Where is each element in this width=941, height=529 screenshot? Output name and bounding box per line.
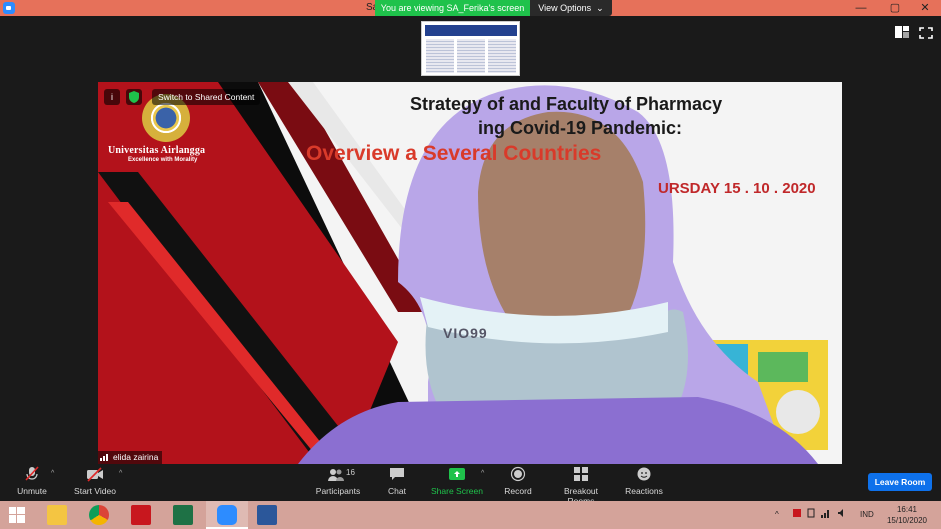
excel-icon: [173, 505, 193, 525]
record-button[interactable]: Record: [500, 466, 536, 496]
breakout-rooms-button[interactable]: Breakout Rooms: [550, 466, 612, 506]
windows-taskbar: ^ IND 16:41 15/10/2020: [0, 501, 941, 529]
zoom-app-icon: [217, 505, 237, 525]
video-off-icon: [87, 467, 103, 482]
reactions-button[interactable]: Reactions: [624, 466, 664, 496]
zoom-window: Sa You are viewing SA_Ferika's screen Vi…: [0, 0, 941, 529]
slide-date: URSDAY 15 . 10 . 2020: [658, 180, 816, 197]
chevron-down-icon: ⌄: [593, 3, 604, 13]
chrome-taskbar-item[interactable]: [78, 501, 120, 529]
microphone-muted-icon: [25, 466, 39, 481]
word-icon: [257, 505, 277, 525]
participants-count: 16: [346, 468, 355, 477]
main-video[interactable]: Universitas Airlangga Excellence with Mo…: [98, 82, 842, 464]
start-video-button[interactable]: Start Video: [72, 466, 118, 496]
switch-to-shared-content-button[interactable]: Switch to Shared Content: [152, 89, 261, 105]
slide-title-line1: Strategy of and Faculty of Pharmacy: [410, 94, 723, 114]
view-options-button[interactable]: View Options ⌄: [530, 0, 612, 16]
pdf-icon: [131, 505, 151, 525]
slide-title-line2: ing Covid-19 Pandemic:: [478, 118, 683, 138]
viewing-banner: You are viewing SA_Ferika's screen: [375, 0, 530, 16]
participant-name-tag: elida zairina: [98, 451, 163, 464]
university-motto: Excellence with Morality: [128, 157, 198, 163]
battery-icon[interactable]: [806, 501, 816, 529]
clock-time: 16:41: [896, 505, 918, 514]
windows-logo-icon: [9, 507, 25, 523]
share-screen-button[interactable]: Share Screen: [430, 466, 484, 496]
breakout-rooms-icon: [574, 467, 588, 481]
gallery-view-icon[interactable]: [895, 26, 909, 38]
reactions-label: Reactions: [625, 486, 663, 496]
word-taskbar-item[interactable]: [246, 501, 288, 529]
start-video-label: Start Video: [74, 486, 116, 496]
zoom-taskbar-item[interactable]: [206, 501, 248, 529]
participants-icon: [328, 469, 344, 481]
video-options-caret-icon[interactable]: ^: [119, 470, 122, 477]
folder-icon: [47, 505, 67, 525]
unmute-label: Unmute: [17, 486, 47, 496]
volume-icon[interactable]: [837, 501, 847, 529]
clock-date: 15/10/2020: [886, 516, 928, 525]
participant-name: elida zairina: [113, 452, 159, 462]
acrobat-taskbar-item[interactable]: [120, 501, 162, 529]
view-options-label: View Options: [538, 3, 592, 13]
excel-taskbar-item[interactable]: [162, 501, 204, 529]
minimize-button[interactable]: —: [850, 0, 872, 16]
meeting-toolbar: Unmute ^ Start Video ^ 16 Participants C…: [0, 464, 941, 506]
tray-expand-icon[interactable]: ^: [775, 501, 779, 529]
fullscreen-icon[interactable]: [919, 26, 933, 39]
close-button[interactable]: ✕: [914, 0, 936, 16]
shield-icon[interactable]: [126, 89, 142, 105]
chrome-icon: [89, 505, 109, 525]
network-icon[interactable]: [821, 501, 831, 529]
audio-options-caret-icon[interactable]: ^: [51, 470, 54, 477]
share-screen-label: Share Screen: [431, 486, 483, 496]
switch-label: Switch to Shared Content: [158, 92, 255, 102]
slide-title-line3: Overview a Several Countries: [306, 142, 602, 165]
shared-screen-thumbnail[interactable]: [421, 21, 520, 76]
file-explorer-taskbar-item[interactable]: [36, 501, 78, 529]
leave-room-button[interactable]: Leave Room: [868, 473, 932, 491]
chat-label: Chat: [388, 486, 406, 496]
input-language[interactable]: IND: [860, 501, 874, 529]
mask-text: VIO99: [443, 325, 488, 341]
thumbnail-header: [425, 25, 517, 36]
system-clock[interactable]: 16:41 15/10/2020: [882, 504, 932, 526]
record-icon: [510, 466, 526, 482]
university-name: Universitas Airlangga: [108, 145, 206, 156]
info-icon[interactable]: i: [104, 89, 120, 105]
record-label: Record: [504, 486, 532, 496]
signal-icon: [100, 454, 108, 461]
security-tray-icon[interactable]: [792, 501, 802, 529]
share-options-caret-icon[interactable]: ^: [481, 470, 484, 477]
reactions-icon: [637, 467, 651, 481]
title-bar: Sa You are viewing SA_Ferika's screen Vi…: [0, 0, 941, 16]
chat-icon: [390, 468, 404, 480]
share-screen-icon: [449, 468, 465, 480]
restore-button[interactable]: ▢: [884, 0, 906, 16]
zoom-logo-icon: [3, 2, 15, 14]
slide-decoration: [98, 82, 828, 464]
chat-button[interactable]: Chat: [382, 466, 412, 496]
participants-label: Participants: [315, 486, 361, 496]
participants-button[interactable]: 16 Participants: [314, 466, 362, 496]
unmute-button[interactable]: Unmute: [14, 466, 50, 496]
